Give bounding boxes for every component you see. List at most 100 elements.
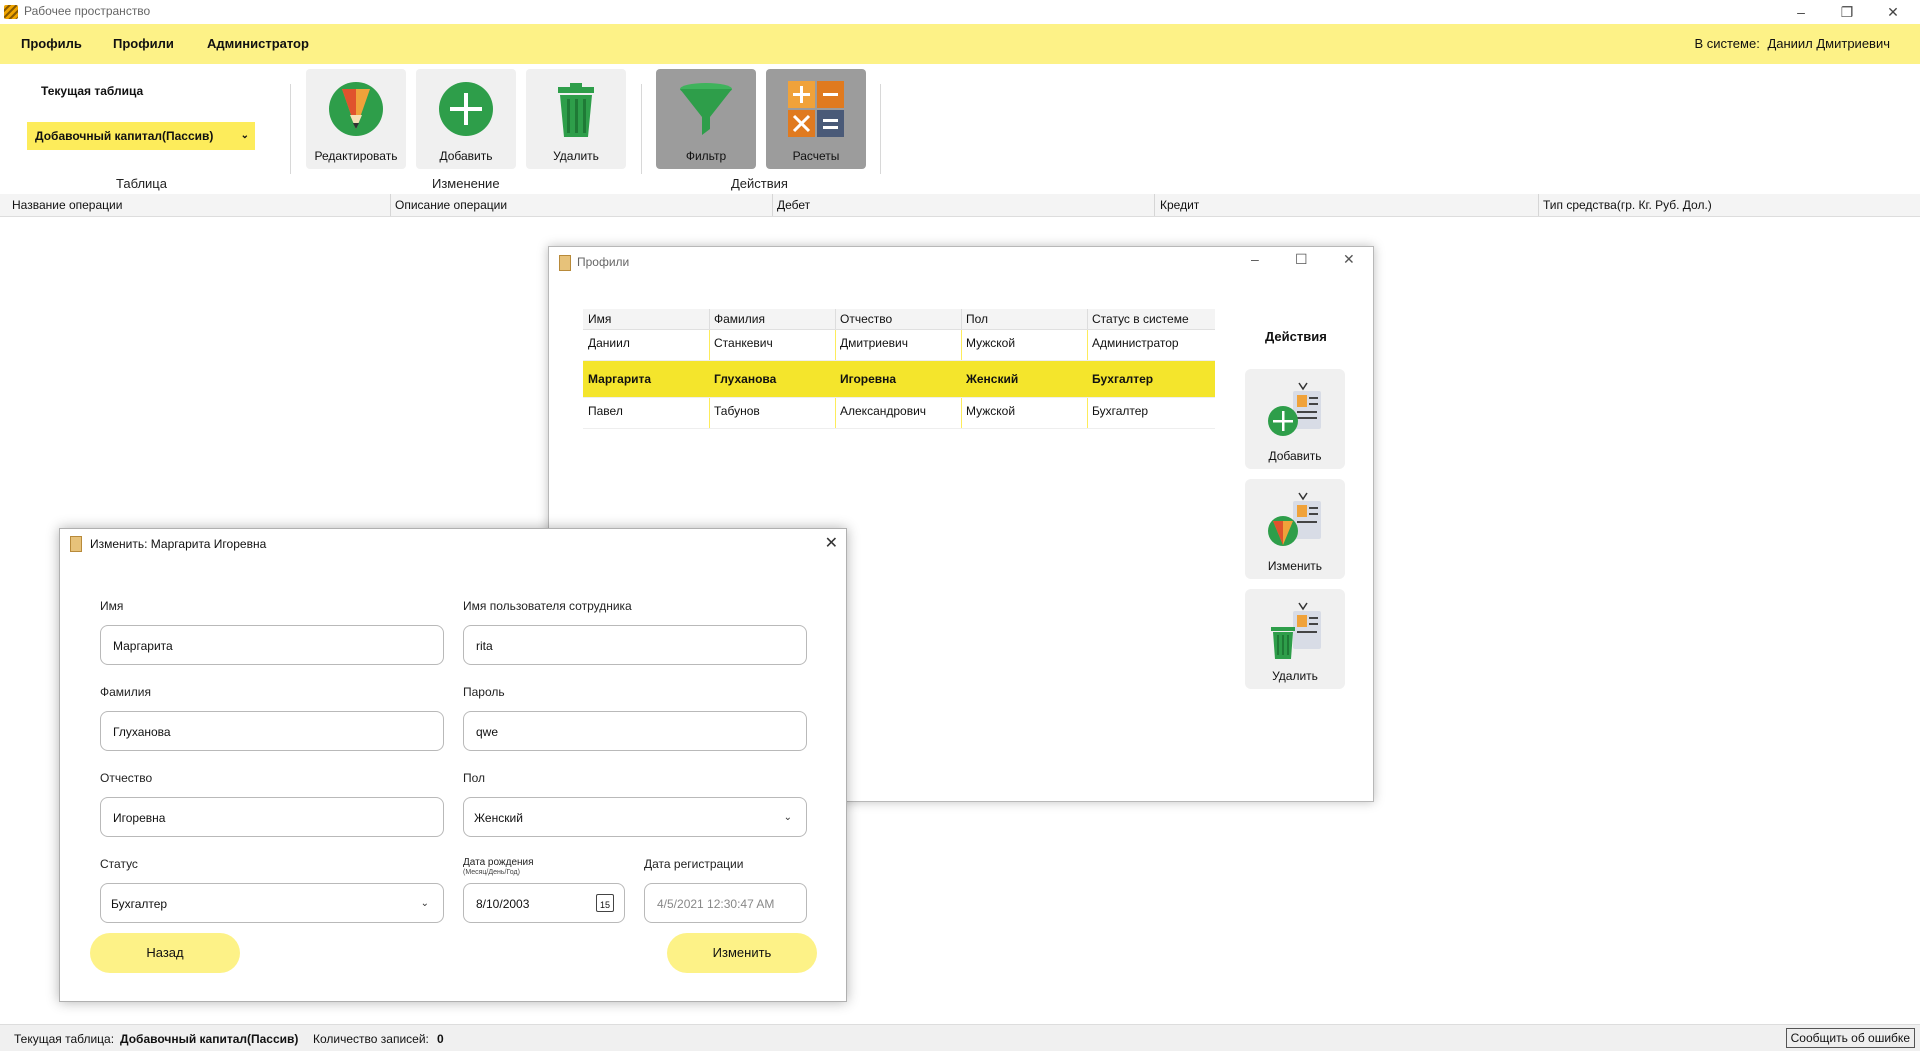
grid-col-operation-name[interactable]: Название операции <box>12 198 122 212</box>
table-row-selected[interactable]: Маргарита Глуханова Игоревна Женский Бух… <box>583 361 1215 398</box>
delete-profile-label: Удалить <box>1272 669 1318 683</box>
delete-button[interactable]: Удалить <box>526 69 626 169</box>
table-row[interactable]: Даниил Станкевич Дмитриевич Мужской Адми… <box>583 330 1215 361</box>
cell-last-name: Табунов <box>714 404 760 418</box>
add-profile-button[interactable]: Добавить <box>1245 369 1345 469</box>
restore-icon[interactable]: ❐ <box>1824 0 1870 24</box>
first-name-field[interactable]: Маргарита <box>100 625 444 665</box>
gender-select[interactable]: Женский ⌄ <box>463 797 807 837</box>
status-table-label: Текущая таблица: <box>14 1032 115 1046</box>
status-count-value: 0 <box>437 1032 444 1046</box>
status-bar: Текущая таблица: Добавочный капитал(Пасс… <box>0 1024 1920 1051</box>
status-select[interactable]: Бухгалтер ⌄ <box>100 883 444 923</box>
ribbon: Текущая таблица Добавочный капитал(Пасси… <box>0 64 1920 192</box>
col-divider <box>835 330 836 360</box>
menu-admin[interactable]: Администратор <box>207 36 309 51</box>
col-divider[interactable] <box>1538 194 1539 216</box>
grid-header: Название операции Описание операции Дебе… <box>0 194 1920 217</box>
edit-button[interactable]: Редактировать <box>306 69 406 169</box>
last-name-field[interactable]: Глуханова <box>100 711 444 751</box>
maximize-icon[interactable]: ☐ <box>1295 251 1308 268</box>
calculator-icon <box>788 81 844 137</box>
patronymic-field[interactable]: Игоревна <box>100 797 444 837</box>
cell-gender: Мужской <box>966 404 1016 418</box>
col-first-name[interactable]: Имя <box>588 312 611 326</box>
close-icon[interactable]: ✕ <box>825 533 838 553</box>
delete-button-label: Удалить <box>553 149 599 163</box>
birth-date-picker[interactable]: 8/10/2003 15 <box>463 883 625 923</box>
grid-col-asset-type[interactable]: Тип средства(гр. Кг. Руб. Дол.) <box>1543 198 1712 212</box>
menu-profile[interactable]: Профиль <box>21 36 82 51</box>
chevron-down-icon: ⌄ <box>420 898 429 909</box>
table-select[interactable]: Добавочный капитал(Пассив) ⌄ <box>27 122 255 150</box>
edit-profile-dialog: Изменить: Маргарита Игоревна ✕ Имя Марга… <box>59 528 847 1002</box>
menu-profiles[interactable]: Профили <box>113 36 174 51</box>
app-icon <box>4 5 18 19</box>
badge-icon <box>70 536 82 552</box>
delete-profile-button[interactable]: Удалить <box>1245 589 1345 689</box>
last-name-label: Фамилия <box>100 685 151 699</box>
grid-col-operation-desc[interactable]: Описание операции <box>395 198 507 212</box>
add-user-icon <box>1268 382 1321 436</box>
add-button-label: Добавить <box>439 149 493 163</box>
col-divider <box>1087 330 1088 360</box>
col-divider <box>961 398 962 428</box>
window-title: Рабочее пространство <box>24 4 151 18</box>
status-label: Статус <box>100 857 138 871</box>
back-button[interactable]: Назад <box>90 933 240 973</box>
first-name-label: Имя <box>100 599 124 613</box>
username-field[interactable]: rita <box>463 625 807 665</box>
col-gender[interactable]: Пол <box>966 312 988 326</box>
close-icon[interactable]: ✕ <box>1870 0 1916 24</box>
birth-date-label: Дата рождения <box>463 857 534 868</box>
funnel-icon <box>680 83 732 135</box>
chevron-down-icon: ⌄ <box>783 812 792 823</box>
col-last-name[interactable]: Фамилия <box>714 312 765 326</box>
minimize-icon[interactable]: – <box>1778 0 1824 24</box>
minimize-icon[interactable]: – <box>1251 251 1259 267</box>
edit-user-icon <box>1268 492 1321 546</box>
password-field[interactable]: qwe <box>463 711 807 751</box>
add-profile-label: Добавить <box>1268 449 1322 463</box>
grid-col-credit[interactable]: Кредит <box>1160 198 1199 212</box>
calendar-icon[interactable]: 15 <box>596 894 614 912</box>
username-label: Имя пользователя сотрудника <box>463 599 632 613</box>
col-divider[interactable] <box>1154 194 1155 216</box>
cell-gender: Женский <box>966 372 1019 386</box>
col-divider <box>835 309 836 329</box>
save-button[interactable]: Изменить <box>667 933 817 973</box>
edit-profile-label: Изменить <box>1267 559 1323 573</box>
report-error-button[interactable]: Сообщить об ошибке <box>1785 1028 1915 1048</box>
edit-profile-button[interactable]: Изменить <box>1245 479 1345 579</box>
col-divider <box>709 398 710 428</box>
password-label: Пароль <box>463 685 505 699</box>
filter-button-label: Фильтр <box>685 149 727 163</box>
col-status[interactable]: Статус в системе <box>1092 312 1189 326</box>
cell-gender: Мужской <box>966 336 1016 350</box>
cell-status: Бухгалтер <box>1092 404 1149 418</box>
divider <box>290 84 291 174</box>
filter-button[interactable]: Фильтр <box>656 69 756 169</box>
cell-first-name: Павел <box>588 404 623 418</box>
table-row[interactable]: Павел Табунов Александрович Мужской Бухг… <box>583 398 1215 429</box>
birth-date-hint: (Месяц/День/Год) <box>463 869 520 876</box>
cell-patronymic: Игоревна <box>840 372 897 386</box>
col-divider <box>835 398 836 428</box>
edit-button-label: Редактировать <box>314 149 398 163</box>
col-divider[interactable] <box>772 194 773 216</box>
col-divider[interactable] <box>390 194 391 216</box>
add-button[interactable]: Добавить <box>416 69 516 169</box>
patronymic-label: Отчество <box>100 771 153 785</box>
current-table-label: Текущая таблица <box>41 84 144 98</box>
menu-bar: Профиль Профили Администратор В системе:… <box>0 24 1920 64</box>
col-patronymic[interactable]: Отчество <box>840 312 892 326</box>
grid-col-debit[interactable]: Дебет <box>777 198 810 212</box>
login-status: В системе: Даниил Дмитриевич <box>1694 36 1890 51</box>
table-select-value: Добавочный капитал(Пассив) <box>35 129 214 143</box>
close-icon[interactable]: ✕ <box>1343 251 1355 268</box>
pencil-icon <box>329 82 383 136</box>
calc-button[interactable]: Расчеты <box>766 69 866 169</box>
status-count-label: Количество записей: <box>313 1032 429 1046</box>
gender-select-value: Женский <box>474 811 523 825</box>
col-divider <box>961 330 962 360</box>
